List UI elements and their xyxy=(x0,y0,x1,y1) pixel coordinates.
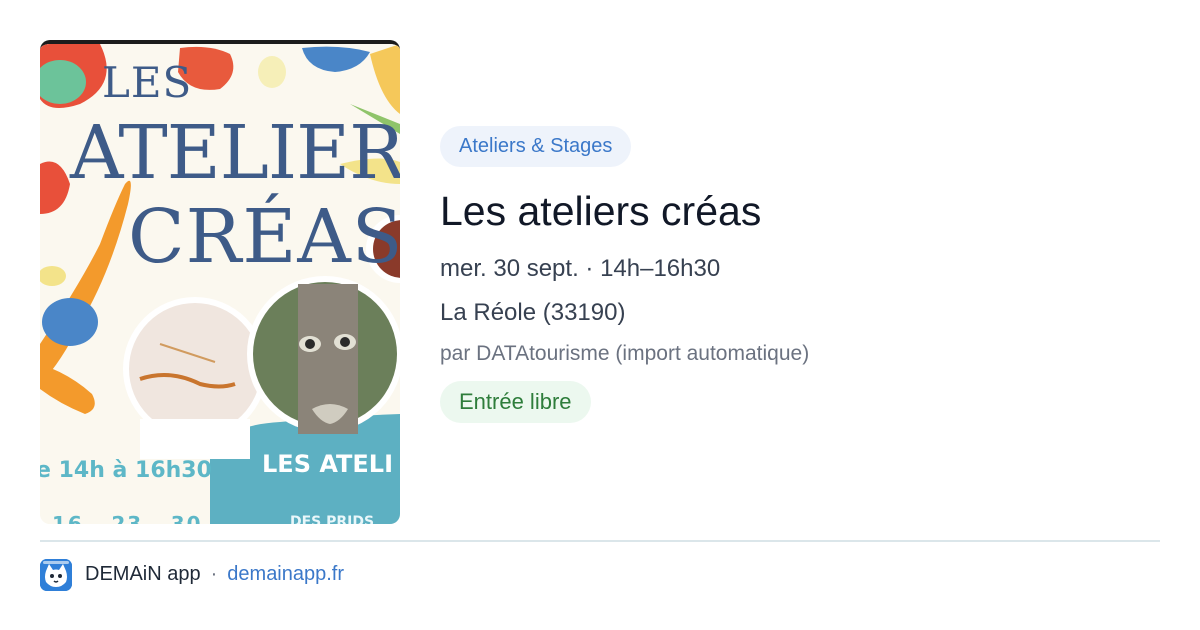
poster-title-line-2: ATELIERS xyxy=(70,110,400,196)
poster-banner-subtext: DES PRIDS xyxy=(290,514,375,524)
poster-dates-text: 16 . 23 . 30 xyxy=(52,512,203,524)
app-website-link[interactable]: demainapp.fr xyxy=(227,563,344,586)
poster-banner-text: LES ATELI xyxy=(262,450,394,478)
app-name: DEMAiN app xyxy=(85,563,201,585)
event-source: par DATAtourisme (import automatique) xyxy=(440,342,810,365)
category-badge[interactable]: Ateliers & Stages xyxy=(440,126,632,167)
poster-time-text: e 14h à 16h30 xyxy=(40,458,212,483)
poster-title-line-3: CRÉAS xyxy=(128,194,400,280)
event-details: Ateliers & Stages Les ateliers créas mer… xyxy=(440,126,1160,423)
footer-divider xyxy=(40,540,1160,542)
event-title: Les ateliers créas xyxy=(440,188,762,234)
footer: DEMAiN app · demainapp.fr xyxy=(40,558,344,591)
poster-title-line-1: LES xyxy=(102,58,193,107)
cat-face-icon xyxy=(40,558,72,591)
event-datetime: mer. 30 sept. · 14h–16h30 xyxy=(440,255,721,282)
event-location: La Réole (33190) xyxy=(440,299,626,326)
event-poster-image: LES ATELIERS CRÉAS e 14h à 16h30 16 . 23… xyxy=(40,40,400,524)
price-badge: Entrée libre xyxy=(440,381,591,423)
footer-separator: · xyxy=(210,563,218,585)
